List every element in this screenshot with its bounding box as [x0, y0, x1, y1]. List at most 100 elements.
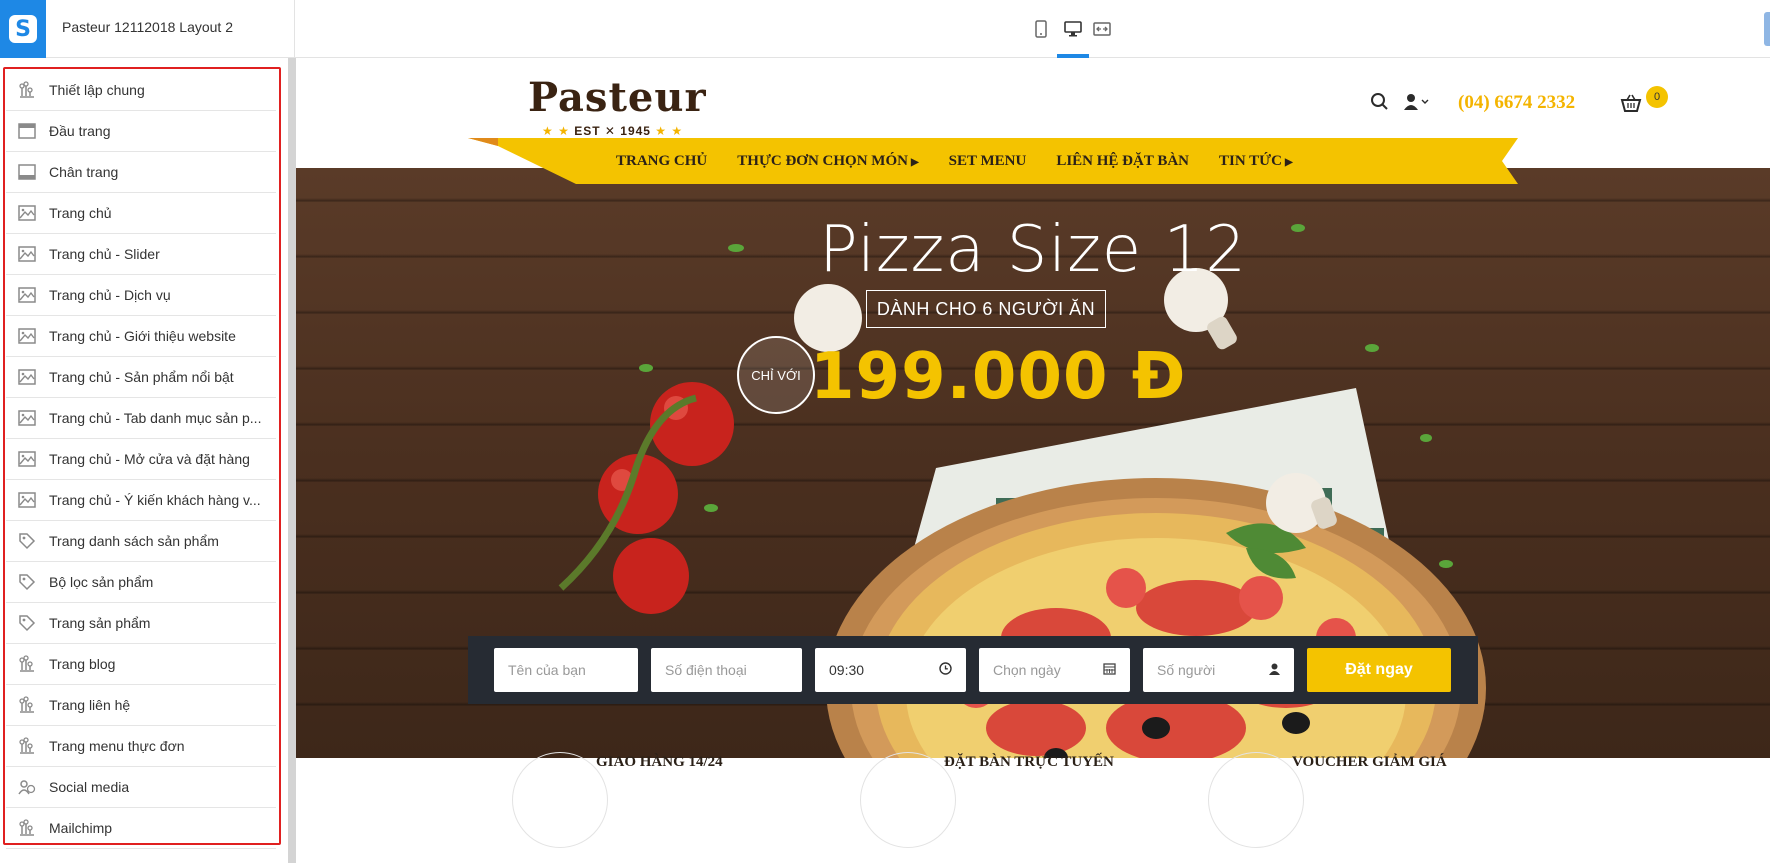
- nav-item[interactable]: TRANG CHỦ: [616, 153, 707, 170]
- settings-sidebar: Thiết lập chung Đầu trang Chân trang Trang …: [0, 58, 290, 863]
- tag-icon: [16, 612, 38, 634]
- book-now-button[interactable]: Đặt ngay: [1307, 648, 1451, 692]
- time-input[interactable]: 09:30: [815, 648, 966, 692]
- page-image-icon: [16, 448, 38, 470]
- phone-input[interactable]: Số điện thoại: [651, 648, 802, 692]
- sidebar-item[interactable]: Trang chủ - Tab danh mục sản p...: [6, 398, 276, 439]
- sidebar-item[interactable]: Social media: [6, 767, 276, 808]
- sidebar-item-label: Trang danh sách sản phẩm: [49, 533, 219, 549]
- page-image-icon: [16, 489, 38, 511]
- top-bar: S Pasteur 12112018 Layout 2: [0, 0, 1770, 58]
- nav-item-label: SET MENU: [948, 152, 1027, 169]
- price-prefix-badge: CHỈ VỚI: [737, 336, 815, 414]
- topbar-divider: [294, 0, 295, 58]
- sidebar-item[interactable]: Trang chủ - Ý kiến khách hàng v...: [6, 480, 276, 521]
- nav-menu: TRANG CHỦ THỰC ĐƠN CHỌN MÓN ▶ SET MENU LIÊN …: [616, 138, 1293, 184]
- settings-sliders-icon: [16, 817, 38, 839]
- settings-sliders-icon: [16, 694, 38, 716]
- nav-item[interactable]: LIÊN HỆ ĐẶT BÀN: [1056, 153, 1189, 170]
- theme-name: Pasteur 12112018 Layout 2: [62, 19, 233, 35]
- sidebar-item-label: Chân trang: [49, 164, 119, 180]
- name-input[interactable]: Tên của bạn: [494, 648, 638, 692]
- feature-voucher-icon: [1208, 752, 1304, 848]
- nav-item-label: THỰC ĐƠN CHỌN MÓN: [737, 152, 908, 169]
- hotline-phone[interactable]: (04) 6674 2332: [1458, 92, 1575, 114]
- cart-icon[interactable]: [1620, 94, 1642, 119]
- phone-input-placeholder: Số điện thoại: [665, 662, 747, 678]
- page-image-icon: [16, 243, 38, 265]
- sidebar-item-label: Trang chủ: [49, 205, 112, 221]
- main-navigation: TRANG CHỦ THỰC ĐƠN CHỌN MÓN ▶ SET MENU LIÊN …: [468, 138, 1610, 188]
- sidebar-item[interactable]: Thiết lập chung: [6, 70, 276, 111]
- sidebar-item[interactable]: Trang chủ - Slider: [6, 234, 276, 275]
- hero-price: 199.000 Đ: [810, 340, 1187, 414]
- user-account-icon[interactable]: [1404, 92, 1430, 117]
- settings-sliders-icon: [16, 735, 38, 757]
- page-image-icon: [16, 366, 38, 388]
- sidebar-item[interactable]: Trang chủ - Mở cửa và đặt hàng: [6, 439, 276, 480]
- sidebar-scrollbar[interactable]: [288, 58, 296, 863]
- date-input-placeholder: Chọn ngày: [993, 662, 1061, 678]
- sidebar-item[interactable]: Trang menu thực đơn: [6, 726, 276, 767]
- nav-item[interactable]: TIN TỨC ▶: [1219, 153, 1293, 170]
- sidebar-item[interactable]: Trang chủ: [6, 193, 276, 234]
- time-input-value: 09:30: [829, 662, 865, 678]
- sidebar-item[interactable]: Chân trang: [6, 152, 276, 193]
- date-input[interactable]: Chọn ngày: [979, 648, 1130, 692]
- site-preview: Pasteur ★ ★ EST ✕ 1945 ★ ★ (04) 6674 233…: [296, 58, 1770, 863]
- sidebar-item-label: Trang liên hệ: [49, 697, 131, 713]
- nav-item[interactable]: SET MENU: [949, 153, 1027, 170]
- mobile-view-icon[interactable]: [1029, 17, 1053, 41]
- app-logo-letter: S: [9, 15, 37, 43]
- sidebar-item-label: Trang chủ - Tab danh mục sản p...: [49, 410, 262, 426]
- sidebar-item-label: Thiết lập chung: [49, 82, 145, 98]
- sidebar-item[interactable]: Trang chủ - Sản phẩm nổi bật: [6, 357, 276, 398]
- site-logo-word: Pasteur: [528, 74, 707, 121]
- sidebar-item[interactable]: Trang chủ - Giới thiệu website: [6, 316, 276, 357]
- sidebar-item[interactable]: Bộ lọc sản phẩm: [6, 562, 276, 603]
- nav-item-label: TRANG CHỦ: [616, 152, 708, 169]
- sidebar-item[interactable]: Trang sản phẩm: [6, 603, 276, 644]
- feature-delivery-icon: [512, 752, 608, 848]
- caret-right-icon: ▶: [1284, 156, 1293, 168]
- name-input-placeholder: Tên của bạn: [508, 662, 586, 678]
- sidebar-item-label: Trang chủ - Mở cửa và đặt hàng: [49, 451, 250, 467]
- sidebar-item[interactable]: Trang chủ - Dịch vụ: [6, 275, 276, 316]
- feature-online-booking-icon: [860, 752, 956, 848]
- clock-icon: [939, 662, 952, 678]
- sidebar-item[interactable]: Đầu trang: [6, 111, 276, 152]
- people-input-placeholder: Số người: [1157, 662, 1216, 678]
- sidebar-item-label: Trang chủ - Giới thiệu website: [49, 328, 236, 344]
- caret-right-icon: ▶: [910, 156, 919, 168]
- header-layout-icon: [16, 120, 38, 142]
- sidebar-item-label: Mailchimp: [49, 820, 113, 836]
- settings-sliders-icon: [16, 79, 38, 101]
- person-icon: [1269, 662, 1280, 678]
- desktop-view-icon[interactable]: [1061, 17, 1085, 41]
- sidebar-item-label: Trang blog: [49, 656, 116, 672]
- sidebar-item[interactable]: Mailchimp: [6, 808, 276, 849]
- fullwidth-view-icon[interactable]: [1090, 17, 1114, 41]
- site-logo-est: ★ ★ EST ✕ 1945 ★ ★: [542, 124, 684, 138]
- sidebar-item-label: Đầu trang: [49, 123, 111, 139]
- sidebar-item[interactable]: Trang danh sách sản phẩm: [6, 521, 276, 562]
- feature-online-booking-title: ĐẶT BÀN TRỰC TUYẾN: [944, 754, 1114, 770]
- tag-icon: [16, 530, 38, 552]
- page-image-icon: [16, 325, 38, 347]
- sidebar-item-label: Bộ lọc sản phẩm: [49, 574, 154, 590]
- nav-item[interactable]: THỰC ĐƠN CHỌN MÓN ▶: [737, 153, 918, 170]
- nav-item-label: LIÊN HỆ ĐẶT BÀN: [1056, 152, 1189, 169]
- app-logo[interactable]: S: [0, 0, 46, 58]
- people-input[interactable]: Số người: [1143, 648, 1294, 692]
- panel-edge-handle[interactable]: [1764, 12, 1770, 46]
- sidebar-item[interactable]: Trang liên hệ: [6, 685, 276, 726]
- page-image-icon: [16, 202, 38, 224]
- cart-count-badge: 0: [1646, 86, 1668, 108]
- feature-delivery-title: GIAO HÀNG 14/24: [596, 754, 723, 770]
- sidebar-item[interactable]: Trang blog: [6, 644, 276, 685]
- site-logo[interactable]: Pasteur ★ ★ EST ✕ 1945 ★ ★: [528, 74, 706, 142]
- hero-subtitle: DÀNH CHO 6 NGƯỜI ĂN: [866, 290, 1106, 328]
- search-icon[interactable]: [1370, 92, 1390, 117]
- calendar-icon: [1103, 662, 1116, 678]
- page-image-icon: [16, 407, 38, 429]
